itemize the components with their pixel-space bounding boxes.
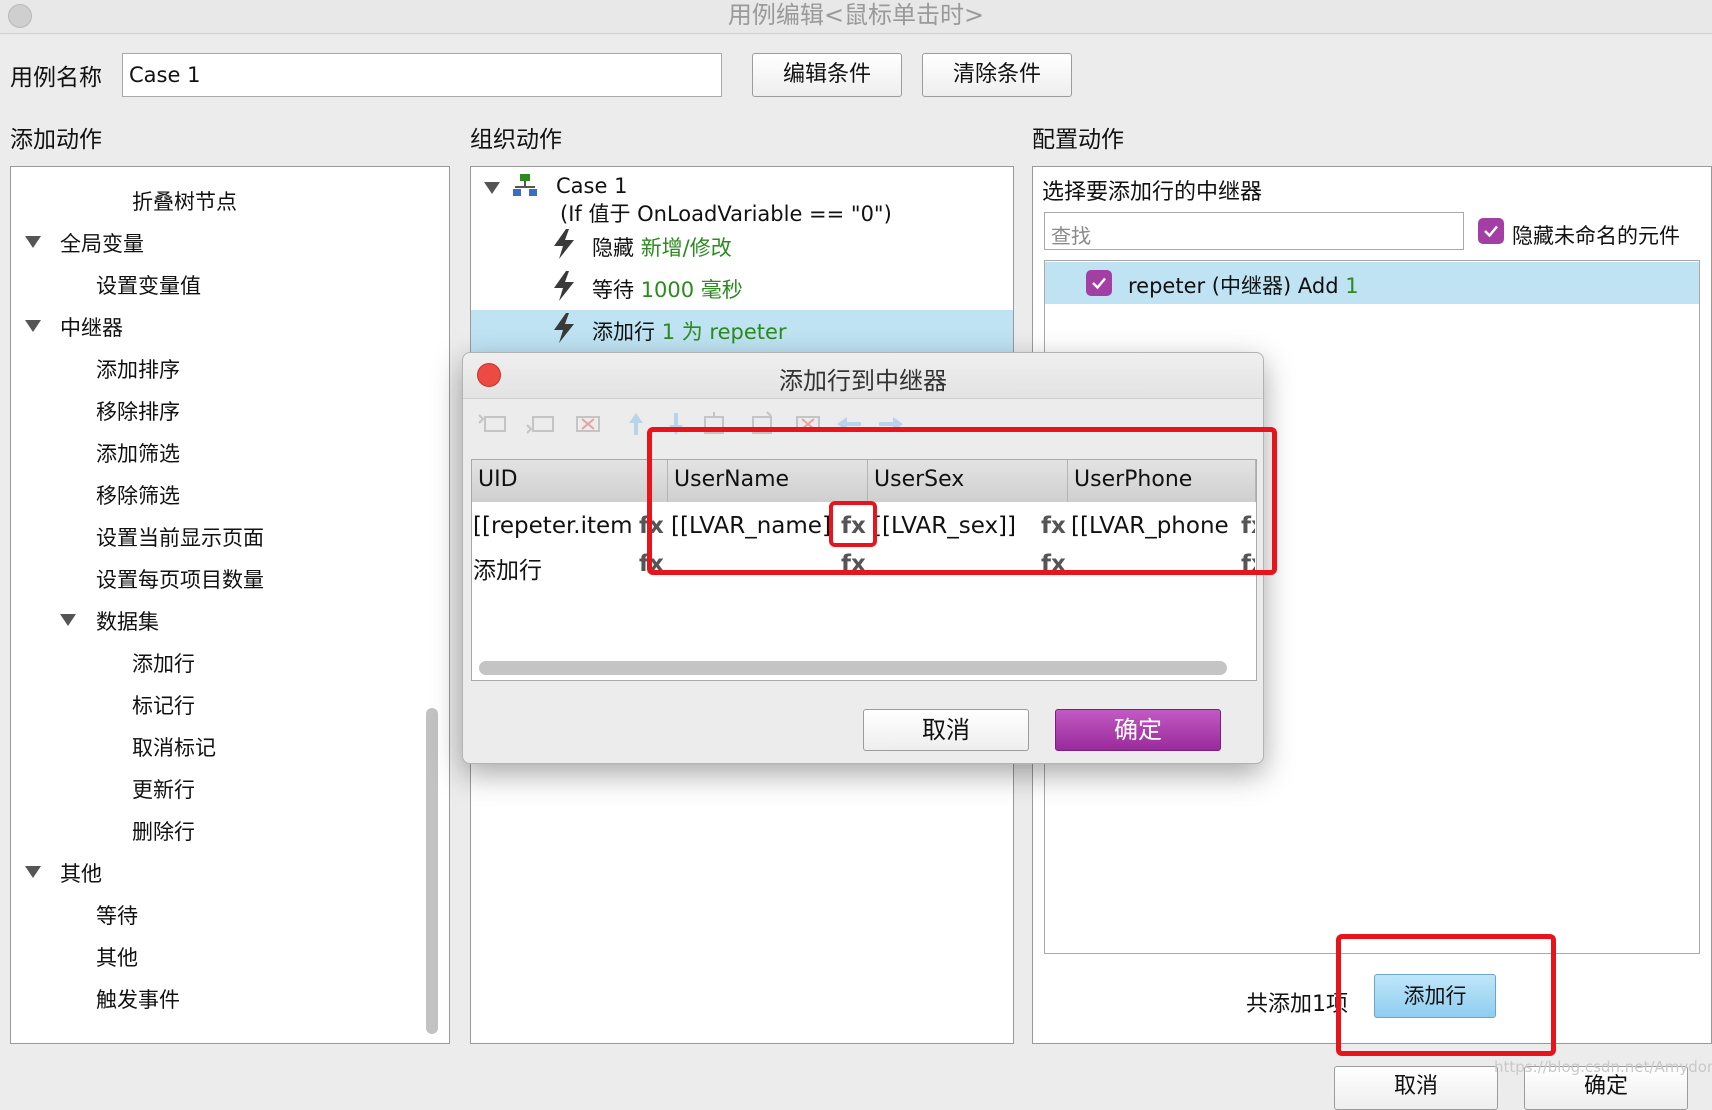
action-item-add-row[interactable]: 添加行 1 为 repeter — [592, 316, 787, 346]
search-placeholder: 查找 — [1051, 224, 1091, 248]
lightning-bolt-icon — [554, 229, 574, 259]
case-name-value: Case 1 — [129, 63, 201, 87]
column-header-uid[interactable]: UID — [472, 460, 668, 502]
repeater-search-input[interactable]: 查找 — [1044, 212, 1464, 250]
expand-arrow-icon[interactable] — [25, 236, 41, 248]
configure-heading: 选择要添加行的中继器 — [1042, 180, 1263, 205]
tree-item-global-vars[interactable]: 全局变量 — [60, 228, 144, 258]
grid-cell[interactable]: 添加行 — [473, 551, 641, 585]
tree-item-remove-filter[interactable]: 移除筛选 — [96, 480, 180, 510]
tree-item-trigger-event[interactable]: 触发事件 — [96, 984, 180, 1014]
checkmark-icon — [1484, 225, 1498, 238]
watermark: https://blog.csdn.net/Amydom — [1494, 1058, 1712, 1076]
tree-item-dataset[interactable]: 数据集 — [96, 606, 159, 636]
tree-item-other[interactable]: 其他 — [96, 942, 138, 972]
case-name-input[interactable]: Case 1 — [122, 53, 722, 97]
case-title[interactable]: Case 1 — [556, 174, 627, 198]
tree-item-set-current-page[interactable]: 设置当前显示页面 — [96, 522, 264, 552]
tree-item-mark-row[interactable]: 标记行 — [132, 690, 195, 720]
action-item-wait[interactable]: 等待 1000 毫秒 — [592, 274, 743, 304]
tree-item-unmark[interactable]: 取消标记 — [132, 732, 216, 762]
delete-row-icon[interactable] — [573, 411, 603, 437]
tree-item-add-filter[interactable]: 添加筛选 — [96, 438, 180, 468]
grid-cell[interactable]: [[repeter.item — [473, 513, 641, 539]
window-title: 用例编辑<鼠标单击时> — [727, 1, 985, 29]
case-node-icon — [513, 174, 537, 196]
tree-item-set-items-per-page[interactable]: 设置每页项目数量 — [96, 564, 264, 594]
tree-item-repeater[interactable]: 中继器 — [60, 312, 123, 342]
dialog-cancel-button[interactable]: 取消 — [863, 709, 1029, 751]
case-condition: (If 值于 OnLoadVariable == "0") — [560, 202, 892, 226]
add-action-heading: 添加动作 — [10, 127, 102, 153]
add-action-panel — [10, 166, 450, 1044]
dialog-title: 添加行到中继器 — [779, 367, 947, 395]
clear-condition-button[interactable]: 清除条件 — [922, 53, 1072, 97]
main-cancel-button[interactable]: 取消 — [1334, 1066, 1498, 1110]
tree-item-set-var[interactable]: 设置变量值 — [96, 270, 201, 300]
tree-item-add-sort[interactable]: 添加排序 — [96, 354, 180, 384]
case-name-label: 用例名称 — [10, 65, 102, 91]
add-action-scrollbar[interactable] — [426, 708, 438, 1034]
organize-action-heading: 组织动作 — [470, 127, 562, 153]
checkmark-icon — [1092, 277, 1106, 290]
action-item-hide[interactable]: 隐藏 新增/修改 — [592, 232, 732, 262]
dialog-ok-button[interactable]: 确定 — [1055, 709, 1221, 751]
add-row-dialog: 添加行到中继器 UID UserName UserSex UserPhone [… — [462, 352, 1277, 764]
lightning-bolt-icon — [554, 271, 574, 301]
tree-item-collapse-node[interactable]: 折叠树节点 — [132, 186, 237, 216]
hide-unnamed-checkbox[interactable] — [1478, 218, 1504, 244]
tree-item-delete-row[interactable]: 删除行 — [132, 816, 195, 846]
tree-item-other-group[interactable]: 其他 — [60, 858, 102, 888]
grid-horizontal-scrollbar[interactable] — [479, 661, 1227, 675]
repeater-item-label: repeter (中继器) Add 1 — [1128, 274, 1359, 298]
expand-arrow-icon[interactable] — [60, 614, 76, 626]
highlight-box-fx — [829, 501, 877, 547]
tree-item-update-row[interactable]: 更新行 — [132, 774, 195, 804]
tree-item-add-row[interactable]: 添加行 — [132, 648, 195, 678]
configure-action-heading: 配置动作 — [1032, 127, 1124, 153]
highlight-box-add-row — [1336, 934, 1556, 1056]
repeater-select-checkbox[interactable] — [1086, 270, 1112, 296]
added-count-text: 共添加1项 — [1246, 992, 1348, 1017]
insert-row-above-icon[interactable] — [477, 411, 507, 437]
expand-arrow-icon[interactable] — [25, 866, 41, 878]
edit-condition-button[interactable]: 编辑条件 — [752, 53, 902, 97]
highlight-box-grid-columns — [647, 427, 1277, 575]
collapse-arrow-icon[interactable] — [484, 182, 500, 194]
insert-row-below-icon[interactable] — [525, 411, 555, 437]
expand-arrow-icon[interactable] — [25, 320, 41, 332]
hide-unnamed-label: 隐藏未命名的元件 — [1512, 224, 1680, 248]
lightning-bolt-icon — [554, 313, 574, 343]
tree-item-remove-sort[interactable]: 移除排序 — [96, 396, 180, 426]
tree-item-wait[interactable]: 等待 — [96, 900, 138, 930]
